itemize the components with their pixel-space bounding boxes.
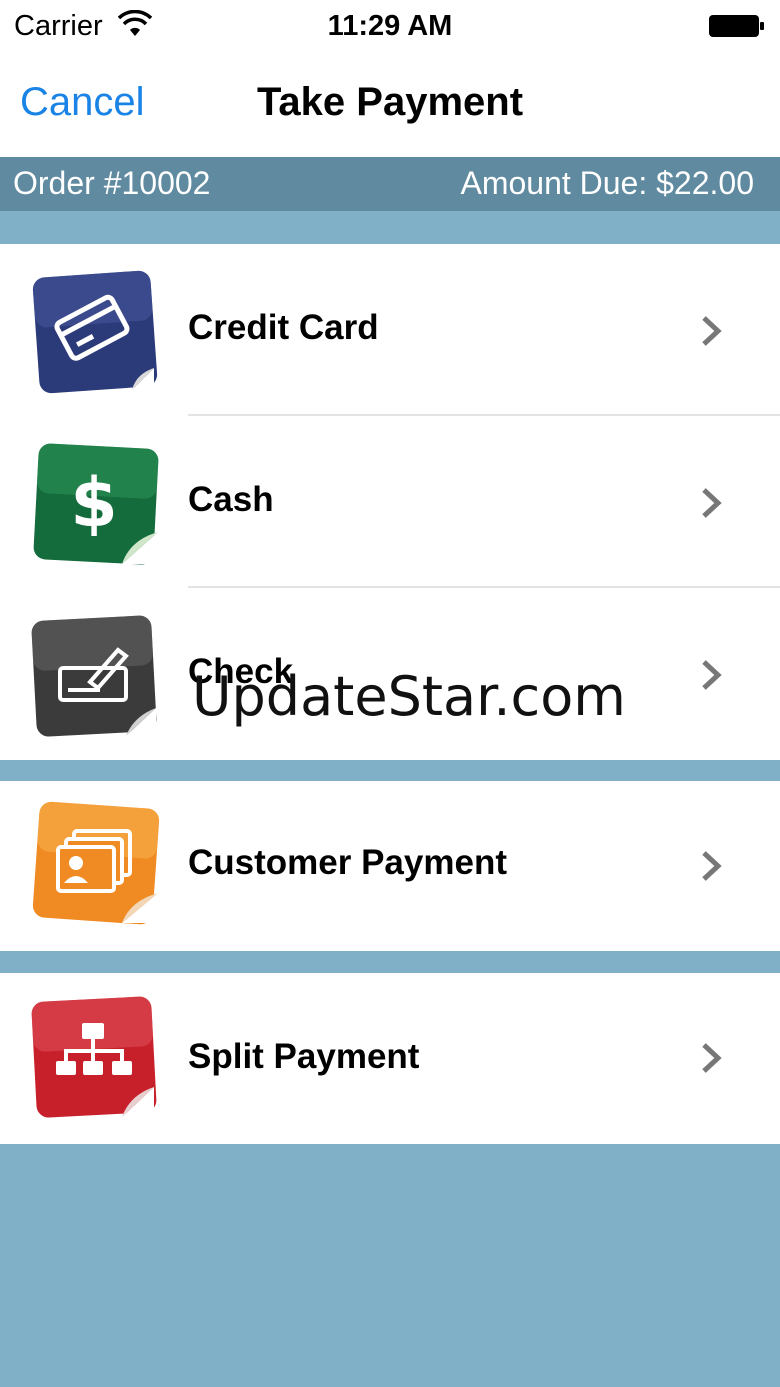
check-icon xyxy=(31,615,157,737)
battery-icon xyxy=(709,15,764,37)
status-bar: Carrier 11:29 AM xyxy=(0,0,780,54)
payment-option-split-payment[interactable]: Split Payment xyxy=(0,973,780,1144)
payment-group-primary: Credit Card $ Cash Check xyxy=(0,244,780,760)
customer-payment-icon xyxy=(32,801,160,925)
payment-option-credit-card[interactable]: Credit Card xyxy=(0,244,780,416)
navigation-bar: Cancel Take Payment xyxy=(0,54,780,157)
page-title: Take Payment xyxy=(256,80,524,124)
order-number: Order #10002 xyxy=(13,165,211,201)
payment-option-label: Credit Card xyxy=(188,308,379,347)
payment-option-check[interactable]: Check xyxy=(0,588,780,760)
payment-option-customer-payment[interactable]: Customer Payment xyxy=(0,781,780,951)
chevron-right-icon xyxy=(702,1043,722,1073)
amount-due: Amount Due: $22.00 xyxy=(460,165,754,201)
svg-text:$: $ xyxy=(70,464,117,543)
payment-option-label: Customer Payment xyxy=(188,843,507,882)
cash-icon: $ xyxy=(33,443,159,565)
credit-card-icon xyxy=(32,270,158,394)
order-summary-bar: Order #10002 Amount Due: $22.00 xyxy=(0,157,780,211)
chevron-right-icon xyxy=(702,488,722,518)
payment-group-customer: Customer Payment xyxy=(0,781,780,951)
chevron-right-icon xyxy=(702,660,722,690)
payment-option-label: Check xyxy=(188,652,294,691)
status-time: 11:29 AM xyxy=(327,10,453,42)
payment-group-split: Split Payment xyxy=(0,973,780,1144)
split-payment-icon xyxy=(31,996,157,1118)
payment-option-cash[interactable]: $ Cash xyxy=(0,416,780,588)
payment-option-label: Split Payment xyxy=(188,1037,420,1076)
chevron-right-icon xyxy=(702,851,722,881)
payment-option-label: Cash xyxy=(188,480,274,519)
chevron-right-icon xyxy=(702,316,722,346)
